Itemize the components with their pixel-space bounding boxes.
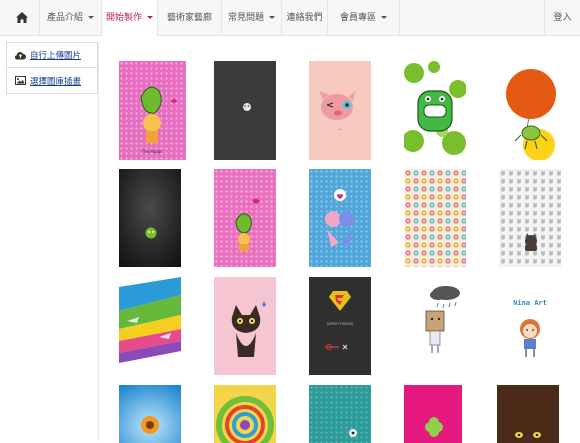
clover-illustration <box>404 385 462 443</box>
gallery-tile[interactable] <box>214 169 276 267</box>
chevron-down-icon <box>147 16 153 19</box>
nav-faq[interactable]: 常見問題 <box>222 0 282 36</box>
pig-face-illustration: ~ <box>309 61 371 160</box>
chevron-down-icon <box>269 16 275 19</box>
nav-contact[interactable]: 連絡我們 <box>282 0 328 36</box>
chevron-down-icon <box>88 16 94 19</box>
sidebar-item-gallery-label: 選擇圖庫插畫 <box>30 76 82 87</box>
nav-start-create[interactable]: 開始製作 <box>102 0 158 36</box>
gallery-tile[interactable]: ~ <box>309 61 371 160</box>
gallery-tile[interactable] <box>404 169 466 267</box>
gallery-tile[interactable] <box>214 277 276 375</box>
home-icon <box>16 12 28 23</box>
nina-art-illustration: Nina Art <box>496 277 566 375</box>
cat-pattern-illustration <box>499 169 561 267</box>
teal-dots-illustration <box>309 385 371 443</box>
cloud-upload-icon <box>15 51 26 59</box>
tile-caption: The Pupas <box>141 149 163 154</box>
gallery-tile[interactable] <box>309 385 371 443</box>
gallery-tile[interactable] <box>404 385 462 443</box>
gallery-tile[interactable] <box>119 169 181 267</box>
orange-balloon-illustration <box>499 61 561 160</box>
tile-caption: Nina Art <box>513 299 547 307</box>
sunflower-illustration <box>119 385 181 443</box>
gallery-tile[interactable] <box>499 169 561 267</box>
dark-metal-illustration <box>119 169 181 267</box>
superman-logo-illustration: SUPER FOREVER <box>309 277 371 375</box>
gallery-tile[interactable] <box>309 169 371 267</box>
gallery-tile[interactable]: Nina Art <box>496 277 566 375</box>
gallery-tile[interactable]: SUPER FOREVER <box>309 277 371 375</box>
gallery-tile[interactable]: The Pupas <box>119 61 186 160</box>
nav-artist-gallery[interactable]: 藝術家藝廊 <box>158 0 222 36</box>
nav-member[interactable]: 會員專區 <box>328 0 400 36</box>
gallery-tile[interactable] <box>214 385 276 443</box>
peeking-eyes-illustration <box>497 385 559 443</box>
login-link[interactable]: 登入 <box>544 0 580 36</box>
login-label: 登入 <box>553 13 572 23</box>
picture-icon <box>15 76 26 85</box>
nav-faq-label: 常見問題 <box>227 13 264 23</box>
nav-home[interactable] <box>0 0 40 36</box>
gallery-tile[interactable] <box>119 277 181 375</box>
nav-artist-gallery-label: 藝術家藝廊 <box>166 13 212 23</box>
nav-contact-label: 連絡我們 <box>286 13 323 23</box>
top-navbar: 產品介紹 開始製作 藝術家藝廊 常見問題 連絡我們 會員專區 登入 <box>0 0 580 36</box>
gallery-tile[interactable] <box>119 385 181 443</box>
sidebar-item-upload[interactable]: 自行上傳圖片 <box>6 42 98 68</box>
donut-pattern-illustration <box>404 169 466 267</box>
sidebar-divider <box>98 42 99 442</box>
gallery-tile[interactable] <box>404 277 474 375</box>
svg-text:~: ~ <box>338 127 341 132</box>
dark-tile-illustration <box>214 61 276 160</box>
paint-strokes-illustration <box>119 277 181 375</box>
gallery-tile[interactable] <box>499 61 561 160</box>
nav-member-label: 會員專區 <box>339 13 376 23</box>
leaf-girl-illustration: The Pupas <box>119 61 186 160</box>
green-monster-illustration <box>404 61 466 160</box>
sidebar-item-gallery[interactable]: 選擇圖庫插畫 <box>6 68 98 94</box>
tile-caption: SUPER FOREVER <box>327 322 354 326</box>
pink-leaf-girl-illustration <box>214 169 276 267</box>
rain-cloud-illustration <box>404 277 474 375</box>
gallery-tile[interactable] <box>404 61 466 160</box>
black-cat-illustration <box>214 277 276 375</box>
swirl-illustration <box>214 385 276 443</box>
nav-product-intro-label: 產品介紹 <box>46 13 83 23</box>
gallery-tile[interactable] <box>497 385 559 443</box>
nav-product-intro[interactable]: 產品介紹 <box>40 0 102 36</box>
twin-cats-illustration <box>309 169 371 267</box>
nav-start-create-label: 開始製作 <box>105 13 142 23</box>
gallery-tile[interactable] <box>214 61 276 160</box>
sidebar-item-upload-label: 自行上傳圖片 <box>30 51 82 61</box>
sidebar: 自行上傳圖片 選擇圖庫插畫 <box>6 42 98 94</box>
chevron-down-icon <box>381 16 387 19</box>
